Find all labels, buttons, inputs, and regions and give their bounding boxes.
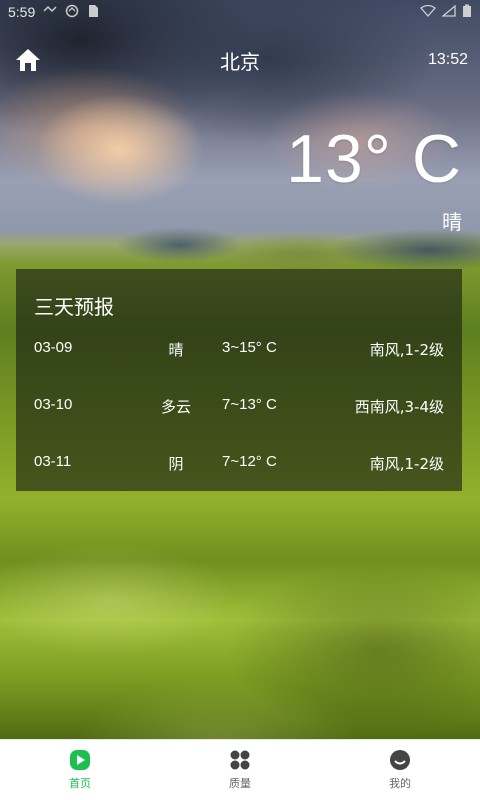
forecast-wind: 西南风,3-4级 [354,398,444,416]
current-temperature: 13° C [286,121,462,197]
home-tab-icon [70,750,90,770]
battery-icon [462,4,472,21]
forecast-title: 三天预报 [34,295,114,319]
forecast-date: 03-10 [34,396,73,413]
status-time: 5:59 [8,4,36,20]
tab-home[interactable]: 首页 [0,740,160,800]
forecast-condition: 晴 [168,341,184,359]
city-name: 北京 [220,49,260,74]
grid-icon [230,750,250,770]
forecast-date: 03-11 [34,453,72,470]
forecast-condition: 多云 [160,398,191,416]
current-condition: 晴 [442,210,462,234]
forecast-panel: 三天预报 03-09 晴 3~15° C 南风,1-2级 03-10 多云 7~… [16,269,462,491]
status-right [420,4,472,21]
forecast-wind: 南风,1-2级 [369,455,444,473]
status-bar: 5:59 [0,0,480,24]
profile-icon [390,750,410,770]
header: 北京 13:52 [0,40,480,80]
update-time: 13:52 [427,51,468,68]
notification-icon [43,5,57,20]
home-icon [16,49,40,71]
sd-card-icon [87,4,99,21]
forecast-temp: 3~15° C [222,339,277,356]
home-button[interactable] [12,44,44,76]
tab-profile[interactable]: 我的 [320,740,480,800]
forecast-temp: 7~12° C [222,453,277,470]
sync-icon [65,4,79,21]
forecast-condition: 阴 [168,455,184,473]
tab-quality-label: 质量 [229,777,251,790]
forecast-date: 03-09 [34,339,73,356]
tab-home-label: 首页 [69,777,91,790]
forecast-row: 03-09 晴 3~15° C 南风,1-2级 [16,339,462,363]
wifi-icon [420,4,436,20]
forecast-wind: 南风,1-2级 [369,341,444,359]
tab-quality[interactable]: 质量 [160,740,320,800]
bottom-navigation: 首页 质量 我的 [0,739,480,800]
signal-icon [441,4,456,20]
tab-profile-label: 我的 [389,777,411,790]
status-left: 5:59 [8,4,99,21]
forecast-row: 03-11 阴 7~12° C 南风,1-2级 [16,453,462,477]
forecast-temp: 7~13° C [222,396,277,413]
forecast-row: 03-10 多云 7~13° C 西南风,3-4级 [16,396,462,420]
